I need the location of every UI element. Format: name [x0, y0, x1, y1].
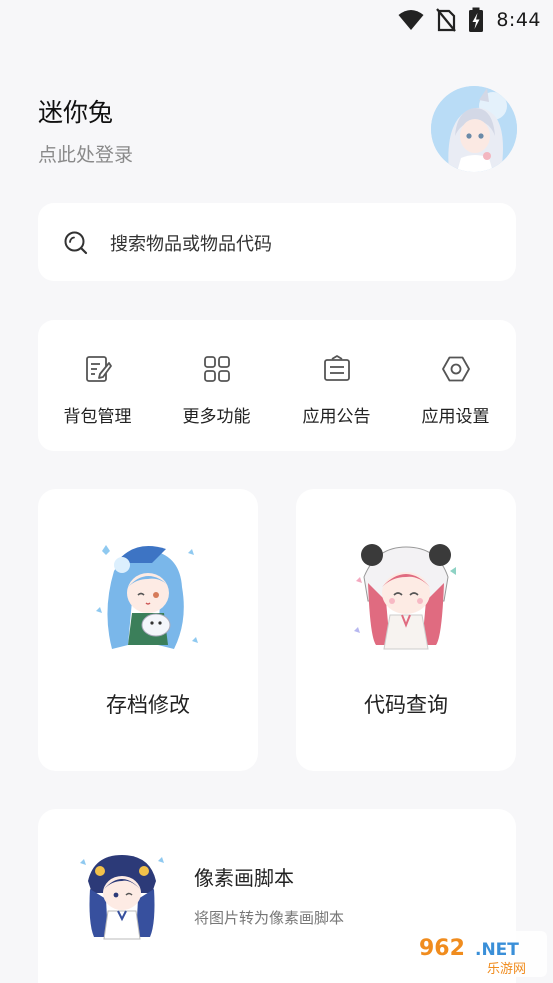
- navy-hair-girl-illustration: [80, 855, 164, 940]
- action-label: 背包管理: [63, 407, 132, 427]
- svg-text:962: 962: [419, 936, 465, 961]
- status-icons: 8:44: [398, 6, 541, 34]
- no-sim-icon: [436, 8, 457, 32]
- grid-icon: [204, 356, 230, 382]
- feature-label: 存档修改: [106, 693, 190, 717]
- app-title: 迷你兔: [38, 98, 114, 127]
- login-link[interactable]: 点此处登录: [38, 140, 133, 167]
- blue-hair-girl-illustration: [96, 545, 198, 649]
- action-label: 应用设置: [421, 407, 490, 427]
- battery-charging-icon: [469, 7, 484, 32]
- action-backpack-management[interactable]: 背包管理: [38, 320, 157, 451]
- code-lookup-card[interactable]: 代码查询: [296, 489, 516, 771]
- watermark-logo: 962 .NET 乐游网: [413, 931, 547, 977]
- script-subtitle: 将图片转为像素画脚本: [194, 909, 345, 927]
- status-bar: 8:44: [0, 0, 553, 40]
- announcement-box-icon: [324, 355, 350, 381]
- svg-text:乐游网: 乐游网: [487, 962, 526, 977]
- action-settings[interactable]: 应用设置: [396, 320, 515, 451]
- status-time: 8:44: [496, 9, 541, 31]
- wifi-icon: [398, 10, 424, 30]
- search-bar[interactable]: 搜索物品或物品代码: [38, 203, 516, 281]
- save-edit-card[interactable]: 存档修改: [38, 489, 258, 771]
- panda-hood-girl-illustration: [354, 544, 456, 650]
- avatar-illustration: [431, 86, 517, 172]
- search-icon: [64, 231, 88, 255]
- avatar[interactable]: [431, 86, 517, 172]
- action-announcements[interactable]: 应用公告: [277, 320, 396, 451]
- action-label: 更多功能: [182, 407, 251, 427]
- hexagon-settings-icon: [442, 356, 470, 382]
- search-placeholder: 搜索物品或物品代码: [110, 234, 272, 255]
- svg-text:.NET: .NET: [475, 940, 519, 960]
- edit-note-icon: [86, 356, 112, 382]
- feature-label: 代码查询: [364, 693, 448, 717]
- script-title: 像素画脚本: [194, 866, 294, 890]
- action-label: 应用公告: [302, 407, 371, 427]
- quick-actions-panel: 背包管理 更多功能 应用公告 应用设置: [38, 320, 516, 451]
- action-more-features[interactable]: 更多功能: [157, 320, 276, 451]
